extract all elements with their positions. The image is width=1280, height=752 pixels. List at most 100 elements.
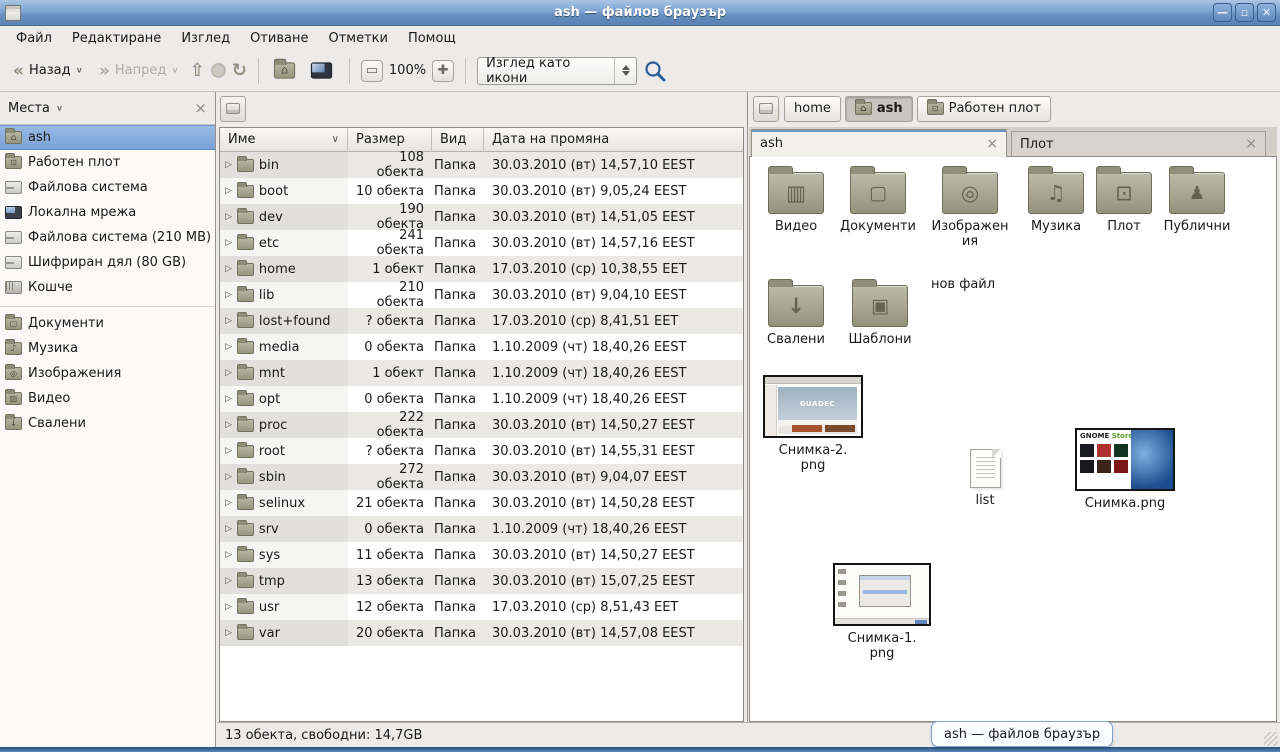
sidebar-item[interactable]: Музика [0,336,215,361]
expander-icon[interactable]: ▷ [225,446,232,456]
expander-icon[interactable]: ▷ [225,628,232,638]
table-row[interactable]: ▷ sbin 272 обекта Папка 30.03.2010 (вт) … [220,464,743,490]
table-row[interactable]: ▷ tmp 13 обекта Папка 30.03.2010 (вт) 15… [220,568,743,594]
search-icon[interactable] [643,59,667,83]
column-header-type[interactable]: Вид [432,128,484,152]
back-button[interactable]: « Назад ∨ [8,59,88,82]
table-row[interactable]: ▷ opt 0 обекта Папка 1.10.2009 (чт) 18,4… [220,386,743,412]
sidebar-item[interactable]: Изображения [0,361,215,386]
forward-history-caret[interactable]: ∨ [171,66,178,75]
table-row[interactable]: ▷ mnt 1 обект Папка 1.10.2009 (чт) 18,40… [220,360,743,386]
zoom-in-button[interactable]: ✚ [432,60,454,82]
table-row[interactable]: ▷ proc 222 обекта Папка 30.03.2010 (вт) … [220,412,743,438]
sidebar-selector-caret[interactable]: ∨ [56,104,63,113]
sidebar-item[interactable]: Видео [0,386,215,411]
home-button[interactable] [274,62,295,78]
grid-item[interactable]: Свалени [754,278,838,348]
sidebar-item[interactable]: ash [0,125,215,150]
titlebar[interactable]: ash — файлов браузър — ▫ ✕ [0,0,1280,26]
table-row[interactable]: ▷ root ? обекта Папка 30.03.2010 (вт) 14… [220,438,743,464]
sidebar-item[interactable]: Локална мрежа [0,200,215,225]
file-snimka1[interactable]: Снимка-1. png [830,563,934,662]
grid-item[interactable]: Плот [1082,165,1166,235]
expander-icon[interactable]: ▷ [225,368,232,378]
file-snimka[interactable]: GNOME Store Снимка.png [1072,428,1178,512]
forward-button[interactable]: » Напред ∨ [94,59,184,82]
breadcrumb-ash[interactable]: ash [845,96,913,122]
zoom-out-button[interactable]: ▭ [361,60,383,82]
table-row[interactable]: ▷ dev 190 обекта Папка 30.03.2010 (вт) 1… [220,204,743,230]
grid-item[interactable]: Видео [754,165,838,235]
reload-button[interactable]: ↻ [232,62,247,80]
expander-icon[interactable]: ▷ [225,602,232,612]
expander-icon[interactable]: ▷ [225,342,232,352]
menu-item[interactable]: Изглед [171,28,240,49]
table-row[interactable]: ▷ srv 0 обекта Папка 1.10.2009 (чт) 18,4… [220,516,743,542]
expander-icon[interactable]: ▷ [225,550,232,560]
table-row[interactable]: ▷ media 0 обекта Папка 1.10.2009 (чт) 18… [220,334,743,360]
expander-icon[interactable]: ▷ [225,524,232,534]
table-row[interactable]: ▷ var 20 обекта Папка 30.03.2010 (вт) 14… [220,620,743,646]
table-row[interactable]: ▷ usr 12 обекта Папка 17.03.2010 (ср) 8,… [220,594,743,620]
table-row[interactable]: ▷ lib 210 обекта Папка 30.03.2010 (вт) 9… [220,282,743,308]
sidebar-item[interactable]: Файлова система [0,175,215,200]
tab-close-icon[interactable]: × [1245,136,1257,152]
sidebar-item[interactable]: Шифриран дял (80 GB) [0,250,215,275]
expander-icon[interactable]: ▷ [225,186,232,196]
minimize-button[interactable]: — [1213,3,1232,22]
expander-icon[interactable]: ▷ [225,420,232,430]
tab-ash[interactable]: ash × [751,129,1007,157]
menu-item[interactable]: Отиване [240,28,318,49]
table-row[interactable]: ▷ lost+found ? обекта Папка 17.03.2010 (… [220,308,743,334]
back-history-caret[interactable]: ∨ [76,66,83,75]
breadcrumb-home[interactable]: home [784,96,841,122]
maximize-button[interactable]: ▫ [1235,3,1254,22]
table-row[interactable]: ▷ bin 108 обекта Папка 30.03.2010 (вт) 1… [220,152,743,178]
sidebar-item[interactable]: Документи [0,311,215,336]
file-snimka2[interactable]: GUADEC Снимка-2. png [760,375,866,474]
location-icon-button[interactable] [220,96,246,122]
breadcrumb-desktop[interactable]: Работен плот [917,96,1051,122]
expander-icon[interactable]: ▷ [225,576,232,586]
column-header-date[interactable]: Дата на промяна [484,128,743,152]
expander-icon[interactable]: ▷ [225,498,232,508]
table-row[interactable]: ▷ sys 11 обекта Папка 30.03.2010 (вт) 14… [220,542,743,568]
location-icon-button[interactable] [753,96,779,122]
table-row[interactable]: ▷ home 1 обект Папка 17.03.2010 (ср) 10,… [220,256,743,282]
grid-item[interactable]: нов файл [921,278,1005,293]
stop-button[interactable] [211,63,226,78]
grid-item[interactable]: Шаблони [838,278,922,348]
expander-icon[interactable]: ▷ [225,316,232,326]
grid-item[interactable]: Изображения [928,165,1012,250]
sidebar-item[interactable]: Файлова система (210 MB) [0,225,215,250]
icon-view[interactable]: Видео Документи Изображения Музика Плот [749,156,1277,722]
table-row[interactable]: ▷ etc 241 обекта Папка 30.03.2010 (вт) 1… [220,230,743,256]
expander-icon[interactable]: ▷ [225,290,232,300]
sidebar-item[interactable]: Работен плот [0,150,215,175]
menu-item[interactable]: Редактиране [62,28,171,49]
expander-icon[interactable]: ▷ [225,238,232,248]
expander-icon[interactable]: ▷ [225,394,232,404]
tab-plot[interactable]: Плот × [1011,131,1266,157]
computer-button[interactable] [311,62,332,78]
menu-item[interactable]: Помощ [398,28,466,49]
sidebar-item[interactable]: Свалени [0,411,215,436]
close-button[interactable]: ✕ [1257,3,1276,22]
sidebar-close-icon[interactable]: × [194,99,207,117]
expander-icon[interactable]: ▷ [225,212,232,222]
column-header-size[interactable]: Размер [348,128,432,152]
expander-icon[interactable]: ▷ [225,472,232,482]
column-header-name[interactable]: Име ∨ [220,128,348,152]
expander-icon[interactable]: ▷ [225,264,232,274]
view-mode-select[interactable]: Изглед като икони [477,57,637,85]
grid-item[interactable]: Документи [836,165,920,235]
table-row[interactable]: ▷ boot 10 обекта Папка 30.03.2010 (вт) 9… [220,178,743,204]
menu-item[interactable]: Отметки [318,28,397,49]
expander-icon[interactable]: ▷ [225,160,232,170]
grid-item[interactable]: Публични [1155,165,1239,235]
sidebar-item[interactable]: Кошче [0,275,215,300]
resize-grip[interactable] [1264,732,1278,746]
file-list[interactable]: list [955,443,1015,509]
up-button[interactable]: ⇧ [190,62,205,80]
table-row[interactable]: ▷ selinux 21 обекта Папка 30.03.2010 (вт… [220,490,743,516]
